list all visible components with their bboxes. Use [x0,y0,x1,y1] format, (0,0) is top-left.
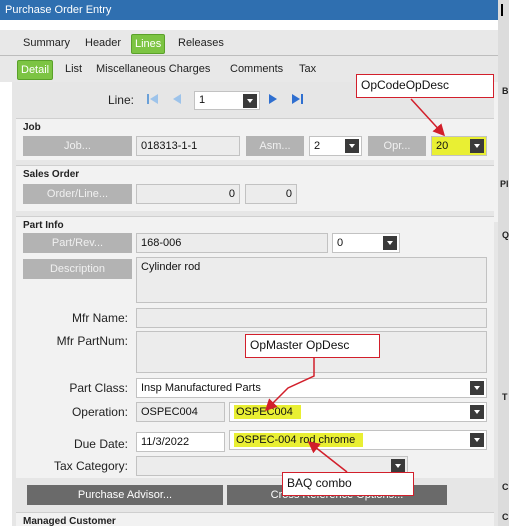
arrow-opcode [410,98,446,137]
arrow-baq [307,441,348,473]
callout-arrows [264,98,446,473]
arrow-opmaster [264,358,315,412]
